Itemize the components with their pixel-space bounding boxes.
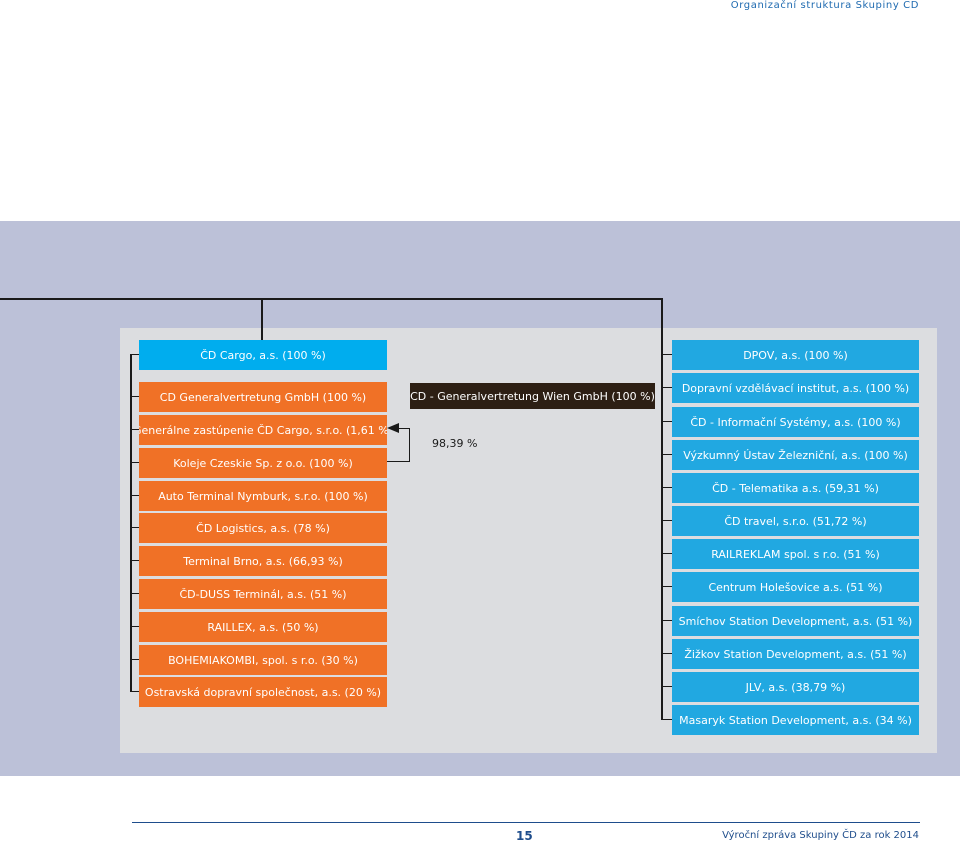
direct-tick-6 [661,553,672,554]
direct-subsidiary-2: Výzkumný Ústav Železniční, a.s. (100 %) [672,440,919,470]
cargo-tick-0 [130,354,139,355]
cargo-subsidiary-5: Terminal Brno, a.s. (66,93 %) [139,546,387,576]
direct-tick-1 [661,387,672,388]
direct-tick-9 [661,653,672,654]
direct-subsidiary-10: Masaryk Station Development, a.s. (34 %) [672,705,919,735]
direct-subsidiary-5: RAILREKLAM spol. s r.o. (51 %) [672,539,919,569]
cargo-tick-2 [130,429,139,430]
cargo-subsidiary-7: RAILLEX, a.s. (50 %) [139,612,387,642]
direct-tick-3 [661,454,672,455]
cargo-subsidiary-9: Ostravská dopravní společnost, a.s. (20 … [139,677,387,707]
direct-tick-0 [661,354,672,355]
cargo-subsidiary-6: ČD-DUSS Terminál, a.s. (51 %) [139,579,387,609]
footer-report-title: Výroční zpráva Skupiny ČD za rok 2014 [722,830,919,841]
cargo-head-box: ČD Cargo, a.s. (100 %) [139,340,387,370]
left-branch-line [130,355,132,691]
wien-connector-bottom [387,461,410,462]
direct-subsidiary-7: Smíchov Station Development, a.s. (51 %) [672,606,919,636]
page-number: 15 [516,829,533,843]
arrow-left-icon [387,423,399,433]
cargo-tick-7 [130,593,139,594]
direct-subsidiary-4: ČD travel, s.r.o. (51,72 %) [672,506,919,536]
direct-subsidiary-3: ČD - Telematika a.s. (59,31 %) [672,473,919,503]
direct-subsidiary-1: ČD - Informační Systémy, a.s. (100 %) [672,407,919,437]
direct-tick-5 [661,520,672,521]
direct-tick-7 [661,586,672,587]
cargo-drop-line [261,298,263,341]
cargo-subsidiary-1: Generálne zastúpenie ČD Cargo, s.r.o. (1… [139,415,387,445]
cargo-subsidiary-4: ČD Logistics, a.s. (78 %) [139,513,387,543]
cargo-tick-4 [130,495,139,496]
wien-box: CD - Generalvertretung Wien GmbH (100 %) [410,383,655,409]
cargo-subsidiary-2: Koleje Czeskie Sp. z o.o. (100 %) [139,448,387,478]
cargo-subsidiary-0: CD Generalvertretung GmbH (100 %) [139,382,387,412]
wien-connector-vertical [409,428,410,462]
wien-share-label: 98,39 % [432,437,478,450]
cargo-tick-1 [130,396,139,397]
top-connector-line [0,298,663,300]
footer-divider [132,822,920,823]
dpov-head-box: DPOV, a.s. (100 %) [672,340,919,370]
direct-tick-8 [661,620,672,621]
cargo-subsidiary-8: BOHEMIAKOMBI, spol. s r.o. (30 %) [139,645,387,675]
direct-subsidiary-8: Žižkov Station Development, a.s. (51 %) [672,639,919,669]
direct-tick-2 [661,421,672,422]
direct-subsidiary-6: Centrum Holešovice a.s. (51 %) [672,572,919,602]
cargo-tick-10 [130,691,139,692]
direct-tick-10 [661,686,672,687]
direct-tick-4 [661,487,672,488]
page-header-title: Organizační struktura Skupiny ČD [730,0,919,11]
cargo-subsidiary-3: Auto Terminal Nymburk, s.r.o. (100 %) [139,481,387,511]
direct-subsidiary-9: JLV, a.s. (38,79 %) [672,672,919,702]
right-branch-line [661,298,663,720]
cargo-tick-8 [130,626,139,627]
direct-tick-11 [661,719,672,720]
cargo-tick-9 [130,659,139,660]
cargo-tick-3 [130,462,139,463]
cargo-tick-5 [130,527,139,528]
direct-subsidiary-0: Dopravní vzdělávací institut, a.s. (100 … [672,373,919,403]
cargo-tick-6 [130,560,139,561]
